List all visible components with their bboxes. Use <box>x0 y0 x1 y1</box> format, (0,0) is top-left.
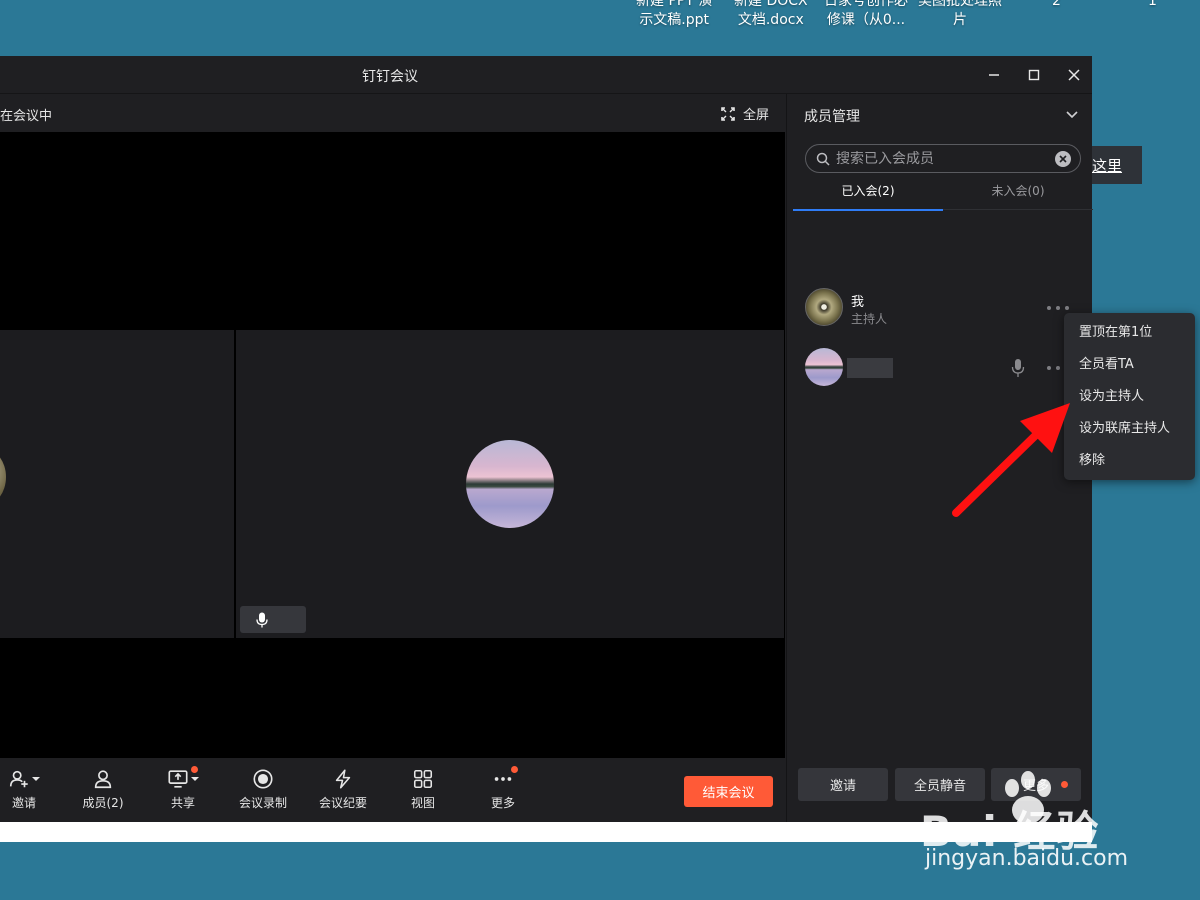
panel-title: 成员管理 <box>804 109 860 125</box>
participant-mic-status <box>240 606 306 633</box>
maximize-button[interactable] <box>1024 65 1044 85</box>
notification-dot <box>511 766 518 773</box>
desktop-icon-label-docx[interactable]: 新建 DOCX 文档.docx <box>734 0 808 30</box>
desktop-icon-label-2[interactable]: 2 <box>1052 0 1061 11</box>
background-link-text[interactable]: 这里 <box>1092 155 1122 176</box>
record-icon <box>253 769 273 789</box>
video-area: 在会议中 全屏 邀请 成员(2) 共享 会议录制 会议纪要 视图 更多 结束会议 <box>0 94 785 822</box>
tab-joined[interactable]: 已入会(2) <box>793 178 943 211</box>
menu-item-pin-top[interactable]: 置顶在第1位 <box>1064 317 1195 349</box>
redacted-name <box>847 358 893 378</box>
tool-label: 视图 <box>410 796 435 810</box>
share-tool-button[interactable]: 共享 <box>148 766 218 811</box>
fullscreen-icon <box>721 106 735 121</box>
menu-item-remove[interactable]: 移除 <box>1064 445 1195 477</box>
desktop-icon-label-meitu[interactable]: 美图批处理照 片 <box>918 0 1002 30</box>
member-context-menu: 置顶在第1位 全员看TA 设为主持人 设为联席主持人 移除 <box>1064 313 1195 480</box>
tool-label: 共享 <box>170 796 195 810</box>
menu-item-set-cohost[interactable]: 设为联席主持人 <box>1064 413 1195 445</box>
list-item[interactable]: 我 主持人 <box>805 288 1085 332</box>
maximize-icon <box>1028 69 1040 81</box>
minutes-tool-button[interactable]: 会议纪要 <box>308 766 378 811</box>
avatar <box>466 440 554 528</box>
invite-button[interactable]: 邀请 <box>798 768 888 801</box>
view-tool-button[interactable]: 视图 <box>388 766 458 811</box>
minimize-button[interactable] <box>984 65 1004 85</box>
tool-label: 成员(2) <box>82 796 124 810</box>
fullscreen-label: 全屏 <box>742 108 769 123</box>
meeting-window: 钉钉会议 在会议中 全屏 邀请 成员(2) 共享 会议录制 会议纪要 视图 更多… <box>0 56 1093 822</box>
tool-label: 会议录制 <box>238 796 287 810</box>
title-bar[interactable]: 钉钉会议 <box>0 56 1092 94</box>
tool-label: 邀请 <box>11 796 36 810</box>
meeting-status: 在会议中 <box>0 109 53 124</box>
clear-search-icon[interactable] <box>1054 150 1072 168</box>
close-icon <box>1068 69 1080 81</box>
tab-not-joined[interactable]: 未入会(0) <box>943 178 1093 210</box>
add-user-icon <box>9 770 28 788</box>
microphone-icon[interactable] <box>1011 358 1025 378</box>
member-tabs: 已入会(2) 未入会(0) <box>793 178 1093 211</box>
video-tile-participant[interactable] <box>236 330 784 638</box>
desktop-icon-label-1[interactable]: 1 <box>1148 0 1157 11</box>
record-tool-button[interactable]: 会议录制 <box>228 766 298 811</box>
search-icon <box>816 152 830 166</box>
caret-down-icon <box>32 777 40 781</box>
close-button[interactable] <box>1064 65 1084 85</box>
notification-dot <box>191 766 198 773</box>
screen-share-icon <box>168 770 188 788</box>
baidu-watermark: Bai 经验 jingyan.baidu.com <box>920 770 1160 880</box>
meeting-toolbar: 邀请 成员(2) 共享 会议录制 会议纪要 视图 更多 结束会议 <box>0 758 785 822</box>
lightning-icon <box>335 769 351 789</box>
microphone-icon <box>256 612 268 627</box>
member-role: 主持人 <box>851 312 888 326</box>
chevron-down-icon <box>1066 111 1078 119</box>
list-item[interactable] <box>805 348 1085 392</box>
tool-label: 会议纪要 <box>318 796 367 810</box>
avatar <box>0 448 6 506</box>
video-tile-self[interactable] <box>0 330 234 638</box>
caret-down-icon <box>191 777 199 781</box>
end-meeting-button[interactable]: 结束会议 <box>684 776 773 807</box>
more-tool-button[interactable]: 更多 <box>468 766 538 811</box>
grid-view-icon <box>413 769 433 789</box>
tool-label: 更多 <box>490 796 515 810</box>
collapse-panel-button[interactable] <box>1064 106 1080 122</box>
invite-tool-button[interactable]: 邀请 <box>0 766 59 811</box>
members-tool-button[interactable]: 成员(2) <box>68 766 138 811</box>
avatar <box>805 288 843 326</box>
video-header: 在会议中 全屏 <box>0 94 785 132</box>
desktop-icon-label-ppt[interactable]: 新建 PPT 演 示文稿.ppt <box>636 0 712 30</box>
member-name: 我 <box>851 295 865 310</box>
window-title: 钉钉会议 <box>362 69 418 85</box>
member-search[interactable] <box>805 144 1081 173</box>
menu-item-set-host[interactable]: 设为主持人 <box>1064 381 1195 413</box>
fullscreen-button[interactable]: 全屏 <box>721 104 769 123</box>
desktop-icon-label-course[interactable]: 日家号创作必 修课（从0... <box>824 0 908 30</box>
watermark-url: jingyan.baidu.com <box>925 846 1129 871</box>
menu-item-spotlight[interactable]: 全员看TA <box>1064 349 1195 381</box>
search-input[interactable] <box>836 150 1046 167</box>
avatar <box>805 348 843 386</box>
user-icon <box>94 770 112 789</box>
minimize-icon <box>989 74 999 76</box>
red-arrow-annotation <box>952 403 1070 517</box>
